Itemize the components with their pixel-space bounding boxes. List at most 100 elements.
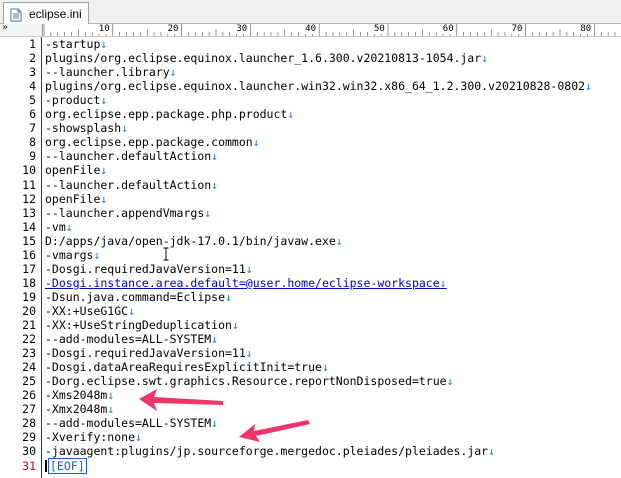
editor-line[interactable]: 17 -Dosgi.requiredJavaVersion=11↓ [0,262,621,276]
line-number: 1 [29,37,36,51]
line-number: 24 [22,360,36,375]
editor-line[interactable]: 24 -Dosgi.dataAreaRequiresExplicitInit=tr… [0,360,621,374]
line-number: 18 [22,275,36,290]
line-break-icon: ↓ [100,37,108,51]
text-caret [45,459,47,472]
editor-line[interactable]: 13 --launcher.appendVmargs↓ [0,206,621,220]
line-text: org.eclipse.epp.package.common↓ [45,135,260,149]
line-text: --launcher.defaultAction↓ [45,178,218,192]
editor-line[interactable]: 23 -Dosgi.requiredJavaVersion=11↓ [0,346,621,360]
line-number: 7 [29,121,36,136]
editor-line[interactable]: 14 -vm↓ [0,220,621,234]
line-number: 23 [22,346,36,361]
editor-line[interactable]: 18 -Dosgi.instance.area.default=@user.hom… [0,276,621,290]
line-break-icon: ↓ [335,233,343,248]
line-break-icon: ↓ [211,177,219,192]
editor-line[interactable]: 26 -Xms2048m↓ [0,388,621,402]
line-number: 20 [22,303,36,318]
tab-label: eclipse.ini [29,6,82,21]
editor-line[interactable]: 15 D:/apps/java/open-jdk-17.0.1/bin/javaw… [0,234,621,248]
editor-line[interactable]: 8 org.eclipse.epp.package.common↓ [0,135,621,149]
line-number: 28 [22,416,36,431]
ruler-label: 60 [441,24,455,34]
line-text: -Dorg.eclipse.swt.graphics.Resource.repo… [45,374,454,388]
text-editor[interactable]: 1 -startup↓ 2 plugins/org.eclipse.equinox.l… [0,37,621,478]
line-break-icon: ↓ [488,444,496,459]
line-text: -Xverify:none↓ [45,430,142,444]
ruler-label: 40 [304,24,318,34]
line-number: 19 [22,289,36,304]
line-number: 15 [22,233,36,248]
editor-line[interactable]: 31 [EOF] [0,457,621,474]
editor-line[interactable]: 20 -XX:+UseG1GC↓ [0,304,621,318]
line-break-icon: ↓ [211,332,219,347]
line-break-icon: ↓ [321,360,329,375]
editor-line[interactable]: 6 org.eclipse.epp.package.php.product↓ [0,107,621,121]
editor-line[interactable]: 30 -javaagent:plugins/jp.sourceforge.merg… [0,444,621,458]
editor-line[interactable]: 7 -showsplash↓ [0,121,621,135]
line-content: plugins/org.eclipse.equinox.launcher_1.6… [45,51,482,66]
editor-line[interactable]: 27 -Xmx2048m↓ [0,402,621,416]
tab-eclipse-ini[interactable]: eclipse.ini [3,2,89,24]
line-number: 30 [22,444,36,459]
ruler-label: 70 [510,24,524,34]
line-number: 17 [22,261,36,276]
editor-line[interactable]: 4 plugins/org.eclipse.equinox.launcher.wi… [0,79,621,93]
editor-line[interactable]: 3 --launcher.library↓ [0,65,621,79]
editor-line[interactable]: 1 -startup↓ [0,37,621,51]
editor-line[interactable]: 25 -Dorg.eclipse.swt.graphics.Resource.re… [0,374,621,388]
line-content: --launcher.defaultAction [45,149,212,164]
line-number: 26 [22,388,36,403]
line-number: 11 [22,177,36,192]
line-text: [EOF] [45,457,87,474]
line-text: org.eclipse.epp.package.php.product↓ [45,107,294,121]
editor-line[interactable]: 19 -Dsun.java.command=Eclipse↓ [0,290,621,304]
line-content: plugins/org.eclipse.equinox.launcher.win… [45,79,586,94]
editor-line[interactable]: 11 --launcher.defaultAction↓ [0,178,621,192]
line-content: -Xms2048m [45,388,108,403]
line-content: -vmargs [45,247,94,262]
tab-bar: eclipse.ini [0,0,621,24]
editor-line[interactable]: 21 -XX:+UseStringDeduplication↓ [0,318,621,332]
line-number: 2 [29,51,36,66]
line-break-icon: ↓ [245,346,253,361]
line-text: plugins/org.eclipse.equinox.launcher_1.6… [45,51,488,65]
editor-line[interactable]: 10 openFile↓ [0,163,621,177]
line-content: --launcher.appendVmargs [45,205,205,220]
line-number: 9 [29,149,36,164]
line-number: 10 [22,163,36,178]
line-content: -XX:+UseG1GC [45,303,129,318]
line-break-icon: ↓ [287,107,295,122]
line-text: --launcher.defaultAction↓ [45,149,218,163]
line-content: -Dorg.eclipse.swt.graphics.Resource.repo… [45,374,447,389]
line-break-icon: ↓ [93,247,101,262]
line-text: plugins/org.eclipse.equinox.launcher.win… [45,79,592,93]
line-content: -showsplash [45,121,122,136]
line-content: --launcher.library [45,65,170,80]
line-break-icon: ↓ [245,261,253,276]
line-text: -Xms2048m↓ [45,388,114,402]
line-text: --add-modules=ALL-SYSTEM↓ [45,332,218,346]
line-break-icon: ↓ [65,219,73,234]
line-content: -Dosgi.dataAreaRequiresExplicitInit=true [45,360,322,375]
annotation-arrow-icon [139,389,223,411]
line-text: --add-modules=ALL-SYSTEM↓ [45,416,218,430]
line-content: -javaagent:plugins/jp.sourceforge.merged… [45,444,489,459]
line-text: -Dosgi.requiredJavaVersion=11↓ [45,346,253,360]
editor-line[interactable]: 5 -product↓ [0,93,621,107]
line-break-icon: ↓ [169,65,177,80]
editor-line[interactable]: 16 -vmargs↓ [0,248,621,262]
editor-line[interactable]: 9 --launcher.defaultAction↓ [0,149,621,163]
line-content: --add-modules=ALL-SYSTEM [45,416,212,431]
editor-line[interactable]: 12 openFile↓ [0,192,621,206]
line-content: -Dosgi.instance.area.default=@user.home/… [45,275,440,290]
line-number: 3 [29,65,36,80]
line-content: openFile [45,191,101,206]
editor-line[interactable]: 2 plugins/org.eclipse.equinox.launcher_1.… [0,51,621,65]
line-text: -startup↓ [45,37,107,51]
line-break-icon: ↓ [100,163,108,178]
line-break-icon: ↓ [211,149,219,164]
ruler-label: 50 [373,24,386,34]
editor-line[interactable]: 22 --add-modules=ALL-SYSTEM↓ [0,332,621,346]
line-text: -Dsun.java.command=Eclipse↓ [45,290,232,304]
